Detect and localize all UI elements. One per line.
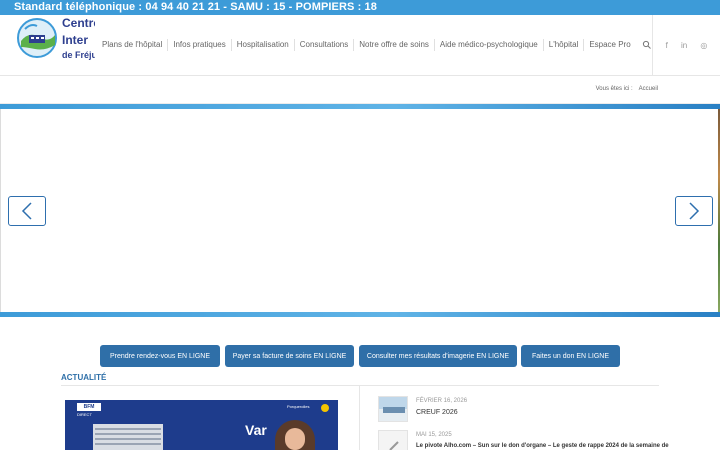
news-date: MAI 15, 2025	[416, 432, 452, 438]
news-list-item[interactable]: MAI 15, 2025 Le pivote Alho.com – Sun su…	[378, 420, 669, 450]
search-icon[interactable]	[642, 40, 652, 50]
hero-slider	[0, 109, 720, 312]
online-services-row: Prendre rendez-vous EN LIGNE Payer sa fa…	[0, 345, 720, 367]
nav-item-offre-de-soins[interactable]: Notre offre de soins	[353, 39, 434, 51]
logo-text-line2: Inter	[62, 33, 89, 47]
hospital-logo[interactable]: Centre Inter de Fréjus	[13, 15, 95, 61]
facebook-icon[interactable]: f	[666, 41, 668, 50]
instagram-icon[interactable]: ◎	[700, 41, 707, 50]
news-thumbnail[interactable]	[378, 430, 408, 450]
sun-icon	[321, 404, 329, 412]
chevron-left-icon	[21, 202, 32, 220]
slider-prev-button[interactable]	[8, 196, 46, 226]
featured-news-image[interactable]: BFM DIRECT Var Porquerolles	[65, 400, 338, 450]
nav-item-consultations[interactable]: Consultations	[293, 39, 353, 51]
news-section-title: ACTUALITÉ	[61, 373, 107, 382]
book-appointment-button[interactable]: Prendre rendez-vous EN LIGNE	[100, 345, 220, 367]
linkedin-icon[interactable]: in	[681, 41, 687, 50]
slider-next-button[interactable]	[675, 196, 713, 226]
nav-item-hospitalisation[interactable]: Hospitalisation	[230, 39, 294, 51]
nav-item-aide-medico-psychologique[interactable]: Aide médico-psychologique	[433, 39, 543, 51]
news-title[interactable]: Le pivote Alho.com – Sun sur le don d'or…	[416, 443, 669, 449]
main-navigation: Plans de l'hôpital Infos pratiques Hospi…	[97, 15, 652, 75]
emergency-phone-text: Standard téléphonique : 04 94 40 21 21 -…	[14, 1, 377, 13]
news-list: FÉVRIER 16, 2026 CREUF 2026 MAI 15, 2025…	[378, 386, 669, 450]
region-overlay-text: Var	[245, 422, 267, 438]
pencil-icon	[389, 441, 399, 450]
breadcrumb: Vous êtes ici : Accueil	[596, 86, 658, 92]
slider-bottom-stripe	[0, 312, 720, 317]
news-list-item[interactable]: FÉVRIER 16, 2026 CREUF 2026	[378, 386, 660, 422]
nav-item-plans[interactable]: Plans de l'hôpital	[97, 39, 167, 51]
globe-logo-icon	[17, 18, 57, 58]
presenter-face	[285, 428, 305, 450]
social-links: f in ◎	[652, 15, 720, 75]
pay-invoice-button[interactable]: Payer sa facture de soins EN LIGNE	[225, 345, 354, 367]
nav-item-hopital[interactable]: L'hôpital	[542, 39, 584, 51]
imaging-results-button[interactable]: Consulter mes résultats d'imagerie EN LI…	[359, 345, 517, 367]
logo-text-line1: Centre	[62, 16, 95, 30]
chevron-right-icon	[689, 202, 700, 220]
nav-item-infos-pratiques[interactable]: Infos pratiques	[167, 39, 230, 51]
building-windows	[95, 428, 161, 430]
featured-news: BFM DIRECT Var Porquerolles	[61, 386, 360, 450]
breadcrumb-current[interactable]: Accueil	[639, 86, 658, 92]
bfm-live-label: DIRECT	[77, 412, 92, 417]
breadcrumb-prefix: Vous êtes ici :	[595, 86, 633, 92]
news-date: FÉVRIER 16, 2026	[416, 398, 468, 404]
landscape-thumbnail-icon	[379, 397, 407, 421]
news-title[interactable]: CREUF 2026	[416, 409, 458, 416]
donate-button[interactable]: Faites un don EN LIGNE	[521, 345, 620, 367]
emergency-phone-bar: Standard téléphonique : 04 94 40 21 21 -…	[0, 0, 720, 15]
logo-text-line3: de Fréjus	[62, 50, 95, 60]
bfm-logo: BFM	[77, 403, 101, 411]
weather-city: Porquerolles	[287, 404, 310, 409]
nav-item-espace-pro[interactable]: Espace Pro	[583, 39, 635, 51]
news-thumbnail[interactable]	[378, 396, 408, 422]
breadcrumb-bar: Vous êtes ici : Accueil	[0, 76, 720, 104]
site-header: Centre Inter de Fréjus Plans de l'hôpita…	[0, 15, 720, 76]
